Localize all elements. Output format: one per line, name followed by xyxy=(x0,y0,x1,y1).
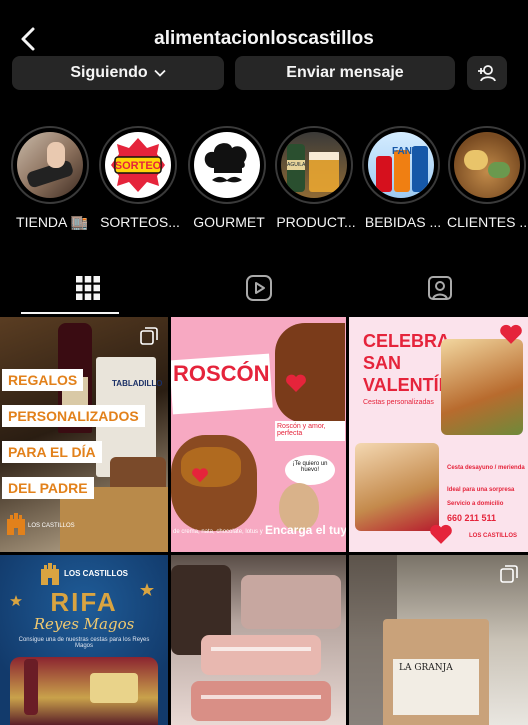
heart-icon xyxy=(192,468,208,483)
roscon-caption: Roscón y amor, perfecta xyxy=(275,421,345,441)
add-person-icon xyxy=(478,65,496,82)
rifa-brand: LOS CASTILLOS xyxy=(64,569,128,578)
celebra-list-item: Cesta desayuno / merienda xyxy=(447,465,525,471)
bottle-label-text: TABLADILLO xyxy=(112,379,163,388)
valentin-title: VALENTÍN xyxy=(363,375,452,395)
active-tab-indicator xyxy=(21,312,119,314)
send-message-button[interactable]: Enviar mensaje xyxy=(235,56,455,90)
post-cafe-la-granja[interactable]: LA GRANJA xyxy=(349,555,528,725)
highlight-cover-clientes xyxy=(454,132,520,198)
rifa-description: Consigue una de nuestras cestas para los… xyxy=(18,637,150,649)
send-message-label: Enviar mensaje xyxy=(286,64,404,81)
highlight-cover-bebidas: FANTA xyxy=(368,132,434,198)
chip-text: REGALOS xyxy=(2,369,84,391)
tagged-person-icon xyxy=(428,276,452,300)
reels-icon xyxy=(246,275,272,301)
story-highlights: TIENDA 🏬 SORTEO SORTEOS... GOURMET AGUIL… xyxy=(0,124,528,236)
chevron-down-icon xyxy=(154,69,166,77)
tab-tagged[interactable] xyxy=(352,262,528,314)
highlight-cover-productos: AGUILA xyxy=(281,132,347,198)
celebra-title: CELEBRA xyxy=(363,331,451,351)
post-roscon-valentin[interactable]: ROSCÓN n valentín Roscón y amor, perfect… xyxy=(171,317,346,552)
castle-logo-icon xyxy=(41,563,59,585)
following-button[interactable]: Siguiendo xyxy=(12,56,224,90)
profile-username: alimentacionloscastillos xyxy=(154,28,374,49)
post-rifa-reyes-magos[interactable]: LOS CASTILLOS RIFA Reyes Magos Consigue … xyxy=(0,555,168,725)
heart-icon xyxy=(500,324,522,344)
roscon-headline: ROSCÓN xyxy=(173,361,270,386)
san-title: SAN xyxy=(363,353,402,373)
profile-tabs xyxy=(0,262,528,316)
post-embutidos[interactable] xyxy=(171,555,346,725)
highlight-cover-sorteos: SORTEO xyxy=(105,132,171,198)
brand-small-text: LOS CASTILLOS xyxy=(28,523,75,529)
celebra-brand: LOS CASTILLOS xyxy=(469,533,517,539)
castle-logo-icon xyxy=(7,513,25,535)
suggested-users-button[interactable] xyxy=(467,56,507,90)
roscon-subheadline: n valentín xyxy=(173,389,244,406)
rifa-subtitle: Reyes Magos xyxy=(33,615,135,633)
tab-reels[interactable] xyxy=(171,262,347,314)
chip-text: PERSONALIZADOS xyxy=(2,405,145,427)
multiple-images-icon xyxy=(500,565,518,583)
highlight-label: CLIENTES ... xyxy=(446,214,528,230)
celebra-subtitle: Cestas personalizadas xyxy=(363,399,434,406)
highlight-cover-gourmet xyxy=(194,132,260,198)
multiple-images-icon xyxy=(140,327,158,345)
roscon-footer: Encarga el tuyo xyxy=(265,523,346,537)
celebra-phone: 660 211 511 xyxy=(447,513,497,523)
celebra-list-item: Servicio a domicilio xyxy=(447,501,504,507)
following-label: Siguiendo xyxy=(70,64,148,81)
grid-icon xyxy=(76,276,100,300)
chip-text: PARA EL DÍA xyxy=(2,441,102,463)
sorteo-text: SORTEO xyxy=(115,160,162,172)
post-regalos-dia-padre[interactable]: TABLADILLO REGALOS PERSONALIZADOS PARA E… xyxy=(0,317,168,552)
post-celebra-san-valentin[interactable]: CELEBRA SAN VALENTÍN Cestas personalizad… xyxy=(349,317,528,552)
celebra-list-item: Ideal para una sorpresa xyxy=(447,487,515,493)
star-icon xyxy=(140,583,154,596)
fanta-label: FANTA xyxy=(392,146,425,157)
egg-speech-bubble: ¡Te quiero un huevo! xyxy=(285,455,335,485)
chip-text: DEL PADRE xyxy=(2,477,94,499)
posts-grid: TABLADILLO REGALOS PERSONALIZADOS PARA E… xyxy=(0,317,528,725)
highlight-label: SORTEOS... xyxy=(100,214,180,230)
tab-posts-grid[interactable] xyxy=(0,262,176,314)
aguila-label: AGUILA xyxy=(287,160,306,170)
bag-label: LA GRANJA xyxy=(399,663,453,673)
highlight-label: TIENDA 🏬 xyxy=(16,214,88,230)
heart-icon xyxy=(430,524,452,544)
star-icon xyxy=(10,595,22,607)
heart-icon xyxy=(286,374,306,392)
chef-hat-icon xyxy=(204,143,247,183)
highlight-cover-tienda xyxy=(17,132,83,198)
roscon-small-text: de crema, nata, chocolate, lotus y xyxy=(173,529,263,535)
